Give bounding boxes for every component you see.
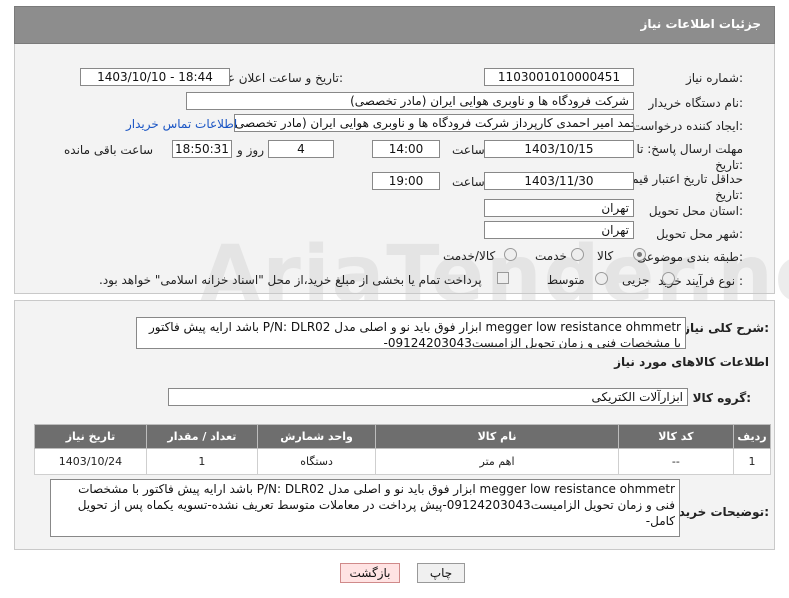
announce-field: 1403/10/10 - 18:44 bbox=[80, 68, 230, 86]
goods-table-wrapper: تاریخ نیاز تعداد / مقدار واحد شمارش نام … bbox=[34, 424, 772, 475]
validity-date-field: 1403/11/30 bbox=[484, 172, 634, 190]
province-label: استان محل تحویل: bbox=[648, 204, 743, 218]
back-button[interactable]: بازگشت bbox=[340, 563, 400, 583]
col-goods-code: کد کالا bbox=[617, 424, 734, 449]
print-button[interactable]: چاپ bbox=[417, 563, 465, 583]
cell-need-date: 1403/10/24 bbox=[34, 448, 147, 475]
payment-checkbox[interactable] bbox=[497, 272, 509, 284]
process-option-minor: جزیی bbox=[622, 273, 650, 287]
days-field: 4 bbox=[268, 140, 334, 158]
need-number-label: شماره نیاز: bbox=[685, 71, 743, 85]
goods-table-header: تاریخ نیاز تعداد / مقدار واحد شمارش نام … bbox=[34, 424, 772, 449]
deadline-label: مهلت ارسال پاسخ: تا تاریخ: bbox=[636, 142, 743, 172]
category-option-service: خدمت bbox=[535, 249, 567, 263]
process-radio-medium[interactable] bbox=[595, 272, 608, 285]
col-quantity: تعداد / مقدار bbox=[145, 424, 258, 449]
cell-unit: دستگاه bbox=[256, 448, 377, 475]
cell-row: 1 bbox=[732, 448, 772, 475]
cell-goods-code: -- bbox=[617, 448, 734, 475]
cell-goods-name: اهم متر bbox=[375, 448, 619, 475]
buyer-org-label: نام دستگاه خریدار: bbox=[648, 96, 744, 110]
category-option-goods: کالا bbox=[597, 249, 614, 263]
cell-quantity: 1 bbox=[145, 448, 258, 475]
col-unit: واحد شمارش bbox=[256, 424, 377, 449]
process-option-medium: متوسط bbox=[547, 273, 585, 287]
remaining-time-field: 18:50:31 bbox=[172, 140, 232, 158]
goods-section-title: اطلاعات کالاهای مورد نیاز bbox=[614, 355, 769, 369]
process-radio-minor[interactable] bbox=[662, 272, 675, 285]
deadline-time-label: ساعت bbox=[452, 143, 485, 157]
category-label: طبقه بندی موضوعی: bbox=[636, 250, 743, 264]
days-label: روز و bbox=[237, 143, 264, 157]
buyer-notes-textarea[interactable]: megger low resistance ohmmetr ابزار فوق … bbox=[50, 479, 680, 537]
deadline-time-field: 14:00 bbox=[372, 140, 440, 158]
table-row: 1403/10/24 1 دستگاه اهم متر -- 1 bbox=[34, 448, 772, 475]
validity-time-field: 19:00 bbox=[372, 172, 440, 190]
category-radio-goods[interactable] bbox=[633, 248, 646, 261]
city-label: شهر محل تحویل: bbox=[656, 227, 743, 241]
goods-table: تاریخ نیاز تعداد / مقدار واحد شمارش نام … bbox=[34, 424, 772, 475]
category-option-goods-service: کالا/خدمت bbox=[443, 249, 496, 263]
deadline-date-field: 1403/10/15 bbox=[484, 140, 634, 158]
payment-note: پرداخت تمام یا بخشی از مبلغ خرید،از محل … bbox=[99, 273, 482, 287]
province-field: تهران bbox=[484, 199, 634, 217]
page-title: جزئیات اطلاعات نیاز bbox=[640, 17, 761, 31]
buyer-contact-link[interactable]: اطلاعات تماس خریدار bbox=[126, 117, 237, 131]
goods-group-field: ابزارآلات الکتریکی bbox=[168, 388, 688, 406]
requester-label: ایجاد کننده درخواست: bbox=[632, 119, 743, 133]
description-label: شرح کلی نیاز: bbox=[683, 321, 769, 335]
col-need-date: تاریخ نیاز bbox=[34, 424, 147, 449]
col-row: ردیف bbox=[732, 424, 772, 449]
validity-time-label: ساعت bbox=[452, 175, 485, 189]
need-number-field: 1103001010000451 bbox=[484, 68, 634, 86]
buyer-notes-label: توضیحات خریدار: bbox=[667, 505, 769, 519]
buyer-org-field: شرکت فرودگاه ها و ناوبری هوایی ایران (ما… bbox=[186, 92, 634, 110]
remaining-label: ساعت باقی مانده bbox=[64, 143, 154, 157]
description-textarea[interactable]: megger low resistance ohmmetr ابزار فوق … bbox=[136, 317, 686, 349]
col-goods-name: نام کالا bbox=[375, 424, 619, 449]
requester-field: محمد امیر احمدی کارپرداز شرکت فرودگاه ها… bbox=[234, 114, 634, 132]
city-field: تهران bbox=[484, 221, 634, 239]
goods-group-label: گروه کالا: bbox=[692, 391, 751, 405]
category-radio-goods-service[interactable] bbox=[504, 248, 517, 261]
category-radio-service[interactable] bbox=[571, 248, 584, 261]
